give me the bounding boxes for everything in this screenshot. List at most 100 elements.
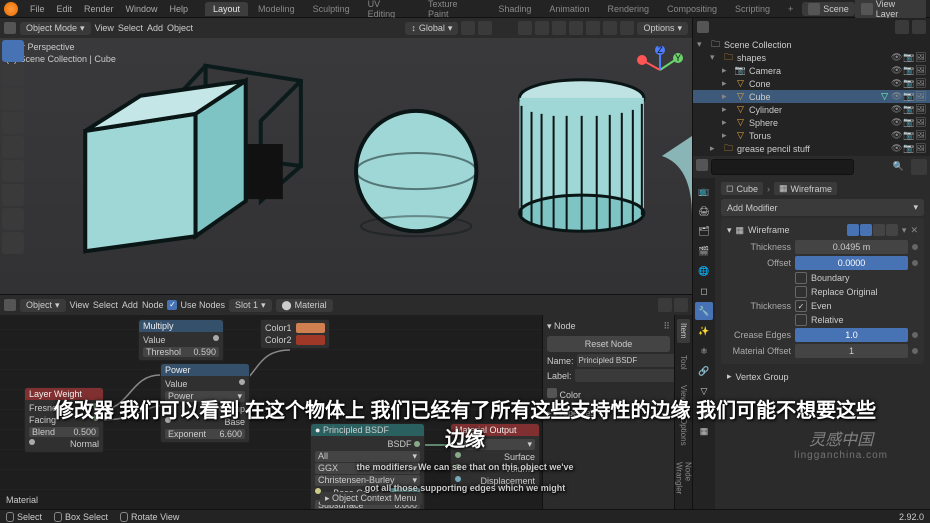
node-menu-view[interactable]: View [70,300,89,310]
xray-icon[interactable] [552,21,566,35]
outliner-type-icon[interactable] [697,21,709,33]
menu-window[interactable]: Window [120,4,164,14]
prop-tab-world[interactable]: 🌐 [695,262,713,280]
workspace-add[interactable]: + [780,2,801,16]
scene-selector[interactable]: Scene [802,2,855,16]
prop-tab-output[interactable]: 🖨 [695,202,713,220]
outliner-item-cylinder[interactable]: ▸▽Cylinder👁📷🖼 [693,103,930,116]
viewport-menu-object[interactable]: Object [167,23,193,33]
relative-checkbox[interactable] [795,314,807,326]
tool-add-cube[interactable] [2,232,24,254]
snap-icon[interactable] [461,21,475,35]
proportional-icon[interactable] [478,21,492,35]
outliner-item-cube[interactable]: ▸▽Cube▽👁📷🖼 [693,90,930,103]
viewport-menu-add[interactable]: Add [147,23,163,33]
vertex-group-section[interactable]: ▸ Vertex Group [721,368,924,385]
outliner-collection-shapes[interactable]: ▾🗀shapes 👁📷🖼 [693,51,930,64]
restrict-viewport-icon[interactable]: 📷 [903,52,914,63]
crease-field[interactable]: 1.0 [795,328,908,342]
node-editor-type-icon[interactable] [4,299,16,311]
tool-rotate[interactable] [2,112,24,134]
workspace-tab-layout[interactable]: Layout [205,2,248,16]
viewlayer-selector[interactable]: View Layer [855,0,926,20]
restrict-render-icon[interactable]: 🖼 [915,52,926,63]
mode-selector[interactable]: Object Mode ▾ [20,22,91,35]
restrict-select-icon[interactable]: 👁 [891,52,902,63]
snap-node-icon[interactable] [674,298,688,312]
properties-search-input[interactable] [711,159,854,175]
options-dropdown[interactable]: Options ▾ [637,22,688,35]
prop-tab-viewlayer[interactable]: 🗂 [695,222,713,240]
mod-display-cage-icon[interactable] [886,224,898,236]
panel-collapse-icon[interactable]: ▾ [727,225,732,236]
prop-tab-physics[interactable]: ⚛ [695,342,713,360]
matoff-field[interactable]: 1 [795,344,908,358]
outliner-item-sphere[interactable]: ▸▽Sphere👁📷🖼 [693,116,930,129]
shading-solid-icon[interactable] [586,21,600,35]
material-selector[interactable]: ⬤ Material [276,299,333,312]
tool-measure[interactable] [2,208,24,230]
nav-gizmo[interactable]: Y Z [636,46,684,94]
workspace-tab-shading[interactable]: Shading [490,2,539,16]
node-tab-item[interactable]: Item [677,319,690,343]
node-tab-tool[interactable]: Tool [677,351,690,374]
viewport-menu-select[interactable]: Select [118,23,143,33]
menu-help[interactable]: Help [164,4,195,14]
tool-scale[interactable] [2,136,24,158]
filter-icon[interactable] [911,159,927,175]
thickness-field[interactable]: 0.0495 m [795,240,908,254]
tool-annotate[interactable] [2,184,24,206]
node-label-input[interactable] [575,369,689,382]
gizmo-toggle-icon[interactable] [518,21,532,35]
workspace-tab-rendering[interactable]: Rendering [599,2,657,16]
tool-select-box[interactable] [2,40,24,62]
properties-type-icon[interactable] [696,159,708,171]
mod-display-edit-icon[interactable] [873,224,885,236]
tool-cursor[interactable] [2,64,24,86]
shading-wireframe-icon[interactable] [569,21,583,35]
node-multiply[interactable]: Multiply Value Threshol0.590 [138,319,224,361]
3d-viewport[interactable]: Object Mode ▾ View Select Add Object ↕ G… [0,18,692,294]
reset-node-button[interactable]: Reset Node [547,336,670,352]
workspace-tab-animation[interactable]: Animation [541,2,597,16]
prop-tab-render[interactable]: 📺 [695,182,713,200]
menu-file[interactable]: File [24,4,51,14]
outliner[interactable]: ▾🗀Scene Collection ▾🗀shapes 👁📷🖼 ▸📷Camera… [693,36,930,156]
workspace-tab-scripting[interactable]: Scripting [727,2,778,16]
prop-tab-particle[interactable]: ✨ [695,322,713,340]
outliner-collection-grease[interactable]: ▸🗀grease pencil stuff 👁📷🖼 [693,142,930,155]
outliner-filter-icon[interactable] [895,20,909,34]
add-modifier-button[interactable]: Add Modifier▾ [721,199,924,216]
workspace-tab-modeling[interactable]: Modeling [250,2,303,16]
mod-dropdown-icon[interactable]: ▾ [902,225,907,236]
menu-edit[interactable]: Edit [50,4,78,14]
overlay-toggle-icon[interactable] [535,21,549,35]
prop-tab-constraint[interactable]: 🔗 [695,362,713,380]
workspace-tab-sculpting[interactable]: Sculpting [305,2,358,16]
modifier-name[interactable]: Wireframe [748,225,790,235]
slot-selector[interactable]: Slot 1 ▾ [229,299,272,312]
node-menu-node[interactable]: Node [142,300,164,310]
menu-render[interactable]: Render [78,4,120,14]
mod-close-icon[interactable]: ✕ [910,225,918,236]
tool-move[interactable] [2,88,24,110]
mod-display-render-icon[interactable] [847,224,859,236]
mod-display-viewport-icon[interactable] [860,224,872,236]
tool-transform[interactable] [2,160,24,182]
shading-matprev-icon[interactable] [603,21,617,35]
prop-tab-object[interactable]: ◻ [695,282,713,300]
node-menu-select[interactable]: Select [93,300,118,310]
offset-field[interactable]: 0.0000 [795,256,908,270]
use-nodes-checkbox[interactable]: ✓Use Nodes [167,300,225,310]
viewport-menu-view[interactable]: View [95,23,114,33]
pin-icon[interactable] [658,298,672,312]
editor-type-icon[interactable] [4,22,16,34]
prop-tab-scene[interactable]: 🎬 [695,242,713,260]
outliner-item-cone[interactable]: ▸▽Cone👁📷🖼 [693,77,930,90]
outliner-item-camera[interactable]: ▸📷Camera👁📷🖼 [693,64,930,77]
boundary-checkbox[interactable] [795,272,807,284]
workspace-tab-compositing[interactable]: Compositing [659,2,725,16]
prop-tab-modifier[interactable]: 🔧 [695,302,713,320]
shading-rendered-icon[interactable] [620,21,634,35]
node-menu-add[interactable]: Add [122,300,138,310]
